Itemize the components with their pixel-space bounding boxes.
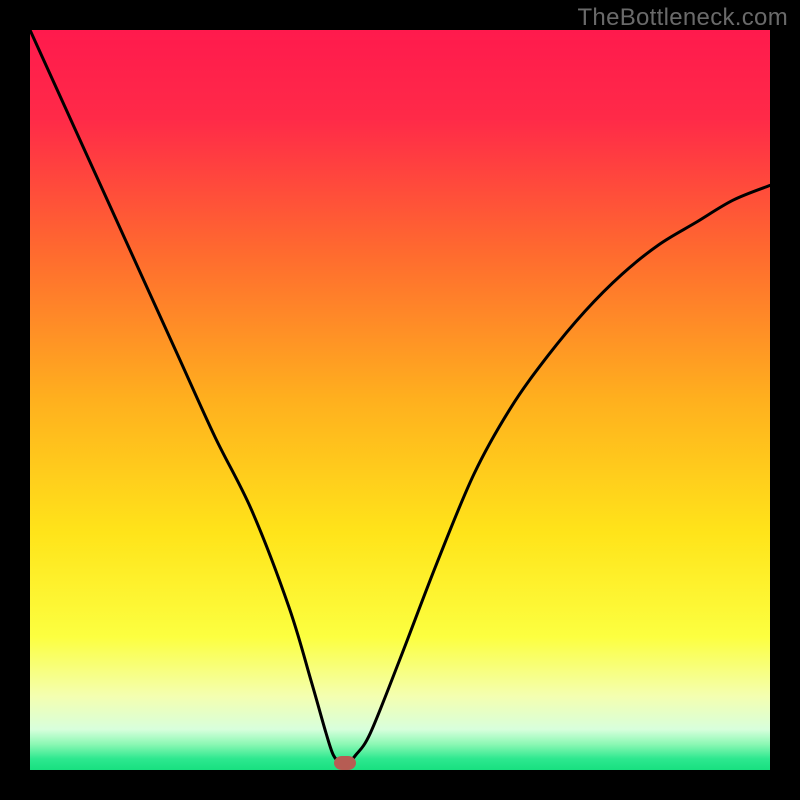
chart-stage: TheBottleneck.com bbox=[0, 0, 800, 800]
bottleneck-curve bbox=[30, 30, 770, 770]
min-point-marker bbox=[334, 756, 356, 770]
watermark-text: TheBottleneck.com bbox=[577, 4, 788, 32]
plot-area bbox=[30, 30, 770, 770]
